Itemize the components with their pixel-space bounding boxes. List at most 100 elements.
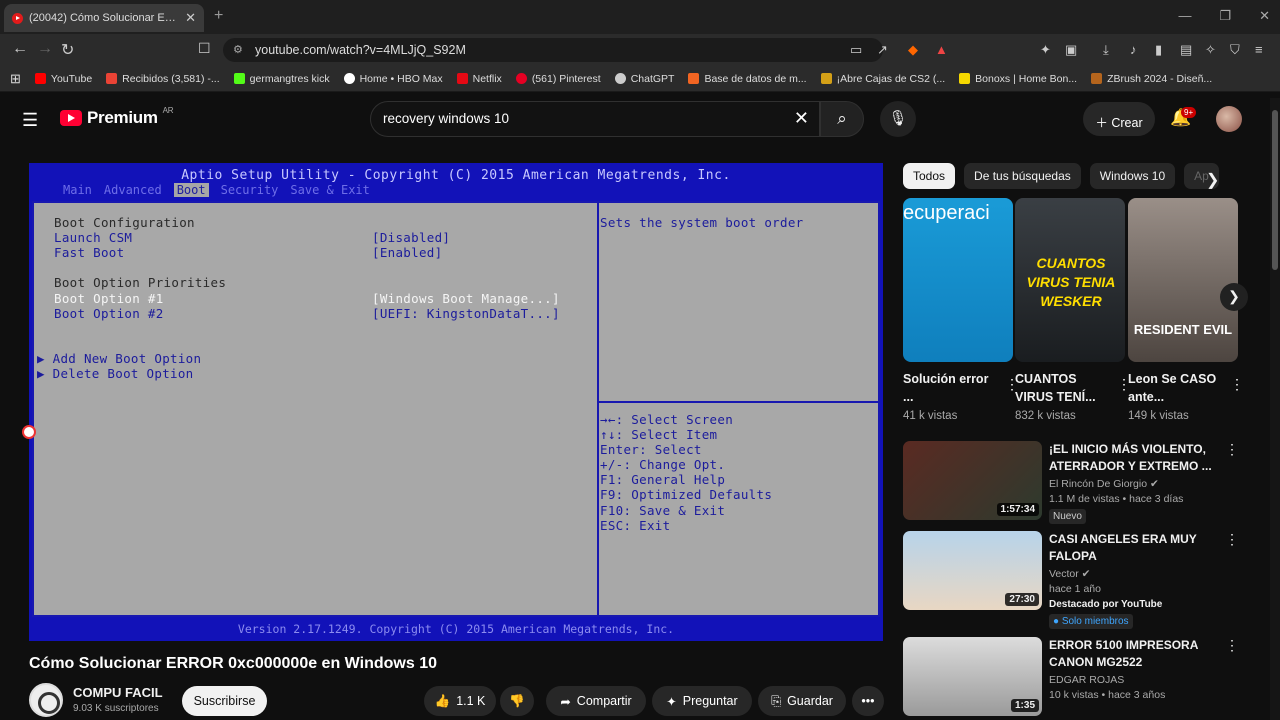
short-title: CUANTOS VIRUS TENÍ... xyxy=(1015,372,1096,404)
video-player[interactable]: Aptio Setup Utility - Copyright (C) 2015… xyxy=(29,163,883,641)
bookmark-item[interactable]: YouTube xyxy=(34,73,92,85)
save-button[interactable]: ⎘ Guardar xyxy=(758,686,846,716)
search-button[interactable]: ⌕ xyxy=(820,101,864,137)
sidebar-icon[interactable]: ▮ xyxy=(1155,42,1162,58)
bookmarks-bar: ⊞ YouTube Recibidos (3,581) -... germang… xyxy=(0,66,1280,92)
share-icon[interactable]: ↗ xyxy=(877,42,888,58)
brave-shield-icon[interactable]: ◆ xyxy=(908,42,918,58)
related-views: hace 1 año xyxy=(1049,583,1101,595)
bookmark-item[interactable]: ZBrush 2024 - Diseñ... xyxy=(1091,73,1212,85)
more-vert-icon[interactable]: ⋮ xyxy=(1225,441,1239,458)
site-info-icon[interactable]: ⚙ xyxy=(233,43,243,56)
back-icon[interactable]: ← xyxy=(12,40,28,58)
voice-search-button[interactable]: 🎙 xyxy=(880,101,916,137)
create-button[interactable]: ＋ Crear xyxy=(1083,102,1155,136)
video-thumbnail[interactable]: 1:57:34 xyxy=(903,441,1042,520)
short-card[interactable]: RESIDENT EVIL Leon Se CASO ante... 149 k… xyxy=(1128,198,1244,422)
close-tab-icon[interactable]: ✕ xyxy=(185,10,196,26)
rewards-icon[interactable]: ▲ xyxy=(935,42,948,57)
bookmark-item[interactable]: Base de datos de m... xyxy=(688,73,807,85)
forward-icon[interactable]: → xyxy=(37,40,53,58)
related-channel[interactable]: Vector ✔ xyxy=(1049,568,1229,580)
minimize-icon[interactable]: — xyxy=(1178,8,1191,24)
more-vert-icon[interactable]: ⋮ xyxy=(1230,376,1244,393)
apps-icon[interactable]: ⊞ xyxy=(10,71,21,87)
chevron-right-icon[interactable]: ❯ xyxy=(1206,170,1219,190)
share-button[interactable]: ➦ Compartir xyxy=(546,686,646,716)
related-title[interactable]: CASI ANGELES ERA MUY FALOPA xyxy=(1049,531,1229,565)
hamburger-menu-icon[interactable]: ☰ xyxy=(22,110,38,131)
page-scrollbar[interactable] xyxy=(1270,98,1280,720)
music-icon[interactable]: ♪ xyxy=(1130,42,1137,57)
close-window-icon[interactable]: ✕ xyxy=(1259,8,1270,24)
bookmark-icon[interactable]: ☐ xyxy=(198,40,211,57)
like-button[interactable]: 👍 1.1 K xyxy=(424,686,496,716)
chip-all[interactable]: Todos xyxy=(903,163,956,189)
screenshot-icon[interactable]: ▣ xyxy=(1065,42,1077,58)
bookmark-item[interactable]: germangtres kick xyxy=(233,73,330,85)
youtube-logo-icon xyxy=(60,110,82,126)
bookmark-item[interactable]: Recibidos (3,581) -... xyxy=(106,73,220,85)
netflix-icon xyxy=(456,73,468,84)
url-bar[interactable]: ⚙ youtube.com/watch?v=4MLJjQ_S92M xyxy=(223,38,883,62)
bookmark-item[interactable]: Bonoxs | Home Bon... xyxy=(959,73,1077,85)
channel-avatar[interactable] xyxy=(29,683,63,717)
bios-tab: Save & Exit xyxy=(290,183,370,197)
search-input[interactable]: recovery windows 10 ✕ xyxy=(370,101,820,137)
thumbs-up-icon: 👍 xyxy=(434,693,451,708)
search-icon: ⌕ xyxy=(837,109,847,128)
vpn-icon[interactable]: ⛉ xyxy=(1230,42,1240,58)
more-vert-icon[interactable]: ⋮ xyxy=(1225,637,1239,654)
bios-line: Boot Configuration xyxy=(54,215,195,230)
bookmark-item[interactable]: Home • HBO Max xyxy=(343,73,443,85)
video-thumbnail[interactable]: 27:30 xyxy=(903,531,1042,610)
extensions-icon[interactable]: ✦ xyxy=(1040,42,1051,58)
scrollbar-thumb[interactable] xyxy=(1272,110,1278,270)
video-thumbnail[interactable]: 1:35 xyxy=(903,637,1042,716)
bookmark-item[interactable]: Netflix xyxy=(456,73,502,85)
related-channel[interactable]: El Rincón De Giorgio ✔ xyxy=(1049,478,1229,490)
kick-icon xyxy=(233,73,245,84)
download-icon[interactable]: ⤓ xyxy=(1103,42,1109,58)
subscribe-button[interactable]: Suscribirse xyxy=(182,686,267,716)
avatar[interactable] xyxy=(1216,106,1242,132)
clear-search-icon[interactable]: ✕ xyxy=(794,108,809,129)
database-icon xyxy=(688,73,700,84)
youtube-header: ☰ Premium AR recovery windows 10 ✕ ⌕ 🎙 ＋ … xyxy=(0,98,1270,142)
bookmark-item[interactable]: ¡Abre Cajas de CS2 (... xyxy=(820,73,945,85)
filter-chips: Todos De tus búsquedas Windows 10 Ap xyxy=(903,163,1219,189)
bookmark-item[interactable]: ChatGPT xyxy=(614,73,674,85)
short-card[interactable]: ecuperaci Solución error ... 41 k vistas… xyxy=(903,198,1019,422)
mouse-cursor-icon xyxy=(22,425,36,439)
short-thumbnail[interactable]: CUANTOS VIRUS TENIA WESKER xyxy=(1015,198,1125,362)
related-title[interactable]: ¡EL INICIO MÁS VIOLENTO, ATERRADOR Y EXT… xyxy=(1049,441,1229,475)
related-channel[interactable]: EDGAR ROJAS xyxy=(1049,674,1229,686)
address-toolbar: ← → ↻ ☐ ⚙ youtube.com/watch?v=4MLJjQ_S92… xyxy=(0,34,1280,66)
thumbs-down-icon: 👎 xyxy=(509,693,525,708)
ask-button[interactable]: ✦ Preguntar xyxy=(652,686,752,716)
bios-value: [Enabled] xyxy=(372,245,443,260)
channel-name[interactable]: COMPU FACIL xyxy=(73,685,163,700)
dislike-button[interactable]: 👎 xyxy=(500,686,534,716)
wallet-icon[interactable]: ▤ xyxy=(1180,42,1192,58)
cast-icon[interactable]: ▭ xyxy=(850,42,862,58)
menu-icon[interactable]: ≡ xyxy=(1255,42,1263,57)
browser-tabbar: (20042) Cómo Solucionar ERROR 0xc000000e… xyxy=(0,0,1280,34)
short-card[interactable]: CUANTOS VIRUS TENIA WESKER CUANTOS VIRUS… xyxy=(1015,198,1131,422)
shorts-next-button[interactable]: ❯ xyxy=(1220,283,1248,311)
chip-windows10[interactable]: Windows 10 xyxy=(1089,163,1176,189)
browser-tab[interactable]: (20042) Cómo Solucionar ERROR 0xc000000e… xyxy=(4,4,204,32)
bookmark-item[interactable]: (561) Pinterest xyxy=(515,73,601,85)
new-tab-icon[interactable]: + xyxy=(214,7,223,25)
youtube-premium-logo[interactable]: Premium AR xyxy=(60,106,173,128)
bios-footer: Version 2.17.1249. Copyright (C) 2015 Am… xyxy=(237,622,675,636)
leo-ai-icon[interactable]: ✧ xyxy=(1205,42,1216,58)
related-title[interactable]: ERROR 5100 IMPRESORA CANON MG2522 xyxy=(1049,637,1229,671)
more-actions-button[interactable]: ••• xyxy=(852,686,884,716)
maximize-icon[interactable]: ❐ xyxy=(1219,8,1231,24)
more-vert-icon[interactable]: ⋮ xyxy=(1225,531,1239,548)
short-thumbnail[interactable]: RESIDENT EVIL xyxy=(1128,198,1238,362)
short-thumbnail[interactable]: ecuperaci xyxy=(903,198,1013,362)
chip-searches[interactable]: De tus búsquedas xyxy=(964,163,1081,189)
reload-icon[interactable]: ↻ xyxy=(61,40,74,60)
